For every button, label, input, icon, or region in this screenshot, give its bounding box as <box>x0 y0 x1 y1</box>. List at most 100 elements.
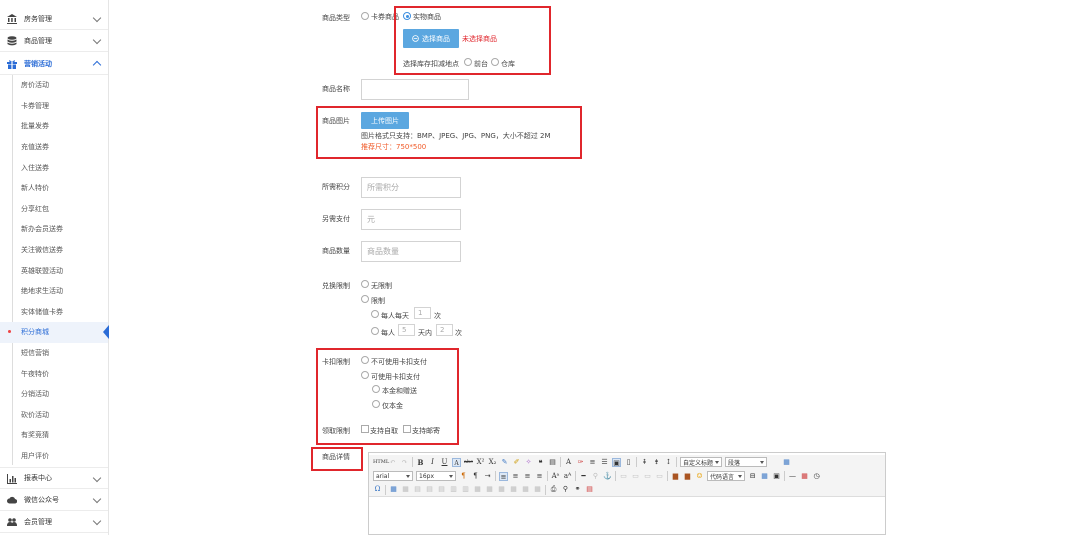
insert-image-icon[interactable]: ▆ <box>671 472 680 481</box>
template-icon[interactable]: ▦ <box>760 472 769 481</box>
card-yes-radio[interactable] <box>361 371 369 379</box>
sidebar-subitem[interactable]: 房价活动 <box>0 75 108 96</box>
strikethrough-icon[interactable]: abc <box>464 458 473 467</box>
delete-table-icon[interactable]: ▦ <box>401 485 410 494</box>
ordered-list-icon[interactable]: ≡ <box>588 458 597 467</box>
select-all-icon[interactable]: ▣ <box>612 457 621 467</box>
sidebar-group-marketing[interactable]: 营销活动 <box>0 53 108 75</box>
sidebar-subitem[interactable]: 积分商城 <box>0 322 109 343</box>
html-source-icon[interactable]: HTML <box>373 458 389 467</box>
uppercase-icon[interactable]: Aᵃ <box>551 472 560 481</box>
help-icon[interactable]: ▤ <box>585 485 594 494</box>
period-count-input[interactable]: 2 <box>436 324 453 336</box>
auto-format-icon[interactable]: ✧ <box>524 458 533 467</box>
anchor-icon[interactable]: ⚓ <box>603 472 612 481</box>
insert-paragraph-before-table-icon[interactable]: ▤ <box>413 485 422 494</box>
merge-cells-icon[interactable]: ▦ <box>473 485 482 494</box>
sidebar-subitem[interactable]: 砍价活动 <box>0 405 108 426</box>
sidebar-subitem[interactable]: 充值送券 <box>0 137 108 158</box>
custom-title-select[interactable]: 自定义标题 <box>680 457 722 467</box>
sidebar-subitem[interactable]: 午夜特价 <box>0 363 108 384</box>
print-icon[interactable]: ⎙ <box>549 485 558 494</box>
underline-icon[interactable]: U <box>440 458 449 467</box>
upload-image-button[interactable]: 上传图片 <box>361 112 409 129</box>
format-painter-icon[interactable]: ✐ <box>512 458 521 467</box>
align-justify-icon[interactable]: ≡ <box>535 472 544 481</box>
multi-image-icon[interactable]: ▆ <box>683 472 692 481</box>
indent-icon[interactable]: ⇥ <box>483 472 492 481</box>
undo-icon[interactable]: ↶ <box>388 458 397 467</box>
unordered-list-icon[interactable]: ☰ <box>600 458 609 467</box>
redo-icon[interactable]: ↷ <box>400 458 409 467</box>
image-center-icon[interactable]: ▭ <box>655 472 664 481</box>
direction-rtl-icon[interactable]: ¶ <box>471 472 480 481</box>
quantity-input[interactable]: 商品数量 <box>361 241 461 262</box>
principal-gift-radio[interactable] <box>372 385 380 393</box>
emotion-icon[interactable]: ☺ <box>695 472 704 481</box>
sidebar-subitem[interactable]: 实体储值卡券 <box>0 302 108 323</box>
font-size-select[interactable]: 16px <box>416 471 456 481</box>
insert-table-icon[interactable]: ▦ <box>389 485 398 494</box>
sidebar-subitem[interactable]: 关注微信送券 <box>0 240 108 261</box>
lowercase-icon[interactable]: aᴬ <box>563 472 572 481</box>
days-input[interactable]: 5 <box>398 324 415 336</box>
image-float-left-icon[interactable]: ▭ <box>631 472 640 481</box>
unlink-icon[interactable]: ⚲ <box>591 472 600 481</box>
extra-pay-input[interactable]: 元 <box>361 209 461 230</box>
pickup-mail-checkbox[interactable] <box>403 425 411 433</box>
goods-type-coupon-radio[interactable] <box>361 12 369 20</box>
stock-front-radio[interactable] <box>464 58 472 66</box>
fullscreen-icon[interactable]: ▦ <box>782 458 791 467</box>
font-color-icon[interactable]: A <box>564 458 573 467</box>
per-day-radio[interactable] <box>371 310 379 318</box>
date-icon[interactable]: ▦ <box>800 472 809 481</box>
superscript-icon[interactable]: X² <box>476 458 485 467</box>
plain-text-icon[interactable]: ▤ <box>548 458 557 467</box>
image-float-none-icon[interactable]: ▭ <box>619 472 628 481</box>
subscript-icon[interactable]: X₂ <box>488 458 497 467</box>
row-spacing-top-icon[interactable]: ⇞ <box>640 458 649 467</box>
sidebar-group-reports[interactable]: 报表中心 <box>0 467 108 489</box>
direction-ltr-icon[interactable]: ¶ <box>459 472 468 481</box>
border-icon[interactable]: A <box>452 457 461 467</box>
horizontal-line-icon[interactable]: — <box>788 472 797 481</box>
merge-right-icon[interactable]: ▦ <box>485 485 494 494</box>
delete-col-icon[interactable]: ▥ <box>461 485 470 494</box>
principal-only-radio[interactable] <box>372 400 380 408</box>
align-center-icon[interactable]: ≡ <box>511 472 520 481</box>
bold-icon[interactable]: B <box>416 458 425 467</box>
blockquote-icon[interactable]: ❝ <box>536 458 545 467</box>
sidebar-subitem[interactable]: 分享红包 <box>0 199 108 220</box>
delete-row-icon[interactable]: ▤ <box>437 485 446 494</box>
stock-warehouse-radio[interactable] <box>491 58 499 66</box>
sidebar-subitem[interactable]: 新办会员送券 <box>0 219 108 240</box>
eraser-icon[interactable]: ✎ <box>500 458 509 467</box>
horizontal-rule-icon[interactable]: ━ <box>579 472 588 481</box>
select-goods-button[interactable]: 选择商品 <box>403 29 459 48</box>
preview-icon[interactable]: ⚲ <box>561 485 570 494</box>
sidebar-subitem[interactable]: 绝地求生活动 <box>0 281 108 302</box>
sidebar-group-wechat[interactable]: 微信公众号 <box>0 489 108 511</box>
search-replace-icon[interactable]: ⚭ <box>573 485 582 494</box>
sidebar-subitem[interactable]: 短信营销 <box>0 343 108 364</box>
limit-radio[interactable] <box>361 295 369 303</box>
per-day-count-input[interactable]: 1 <box>414 307 431 319</box>
split-rows-icon[interactable]: ▦ <box>521 485 530 494</box>
clear-doc-icon[interactable]: ▯ <box>624 458 633 467</box>
insert-col-icon[interactable]: ▥ <box>449 485 458 494</box>
sidebar-group-goods[interactable]: 商品管理 <box>0 30 108 52</box>
points-input[interactable]: 所需积分 <box>361 177 461 198</box>
highlight-color-icon[interactable]: ✑ <box>576 458 585 467</box>
no-limit-radio[interactable] <box>361 280 369 288</box>
sidebar-subitem[interactable]: 入住送券 <box>0 157 108 178</box>
sidebar-subitem[interactable]: 用户评价 <box>0 446 108 467</box>
sidebar-subitem[interactable]: 分销活动 <box>0 384 108 405</box>
page-break-icon[interactable]: ⊟ <box>748 472 757 481</box>
sidebar-subitem[interactable]: 新人特价 <box>0 178 108 199</box>
align-left-icon[interactable]: ≡ <box>499 471 508 481</box>
merge-down-icon[interactable]: ▦ <box>497 485 506 494</box>
line-height-icon[interactable]: ↕ <box>664 458 673 467</box>
paragraph-select[interactable]: 段落 <box>725 457 767 467</box>
split-cols-icon[interactable]: ▦ <box>533 485 542 494</box>
font-family-select[interactable]: arial <box>373 471 413 481</box>
